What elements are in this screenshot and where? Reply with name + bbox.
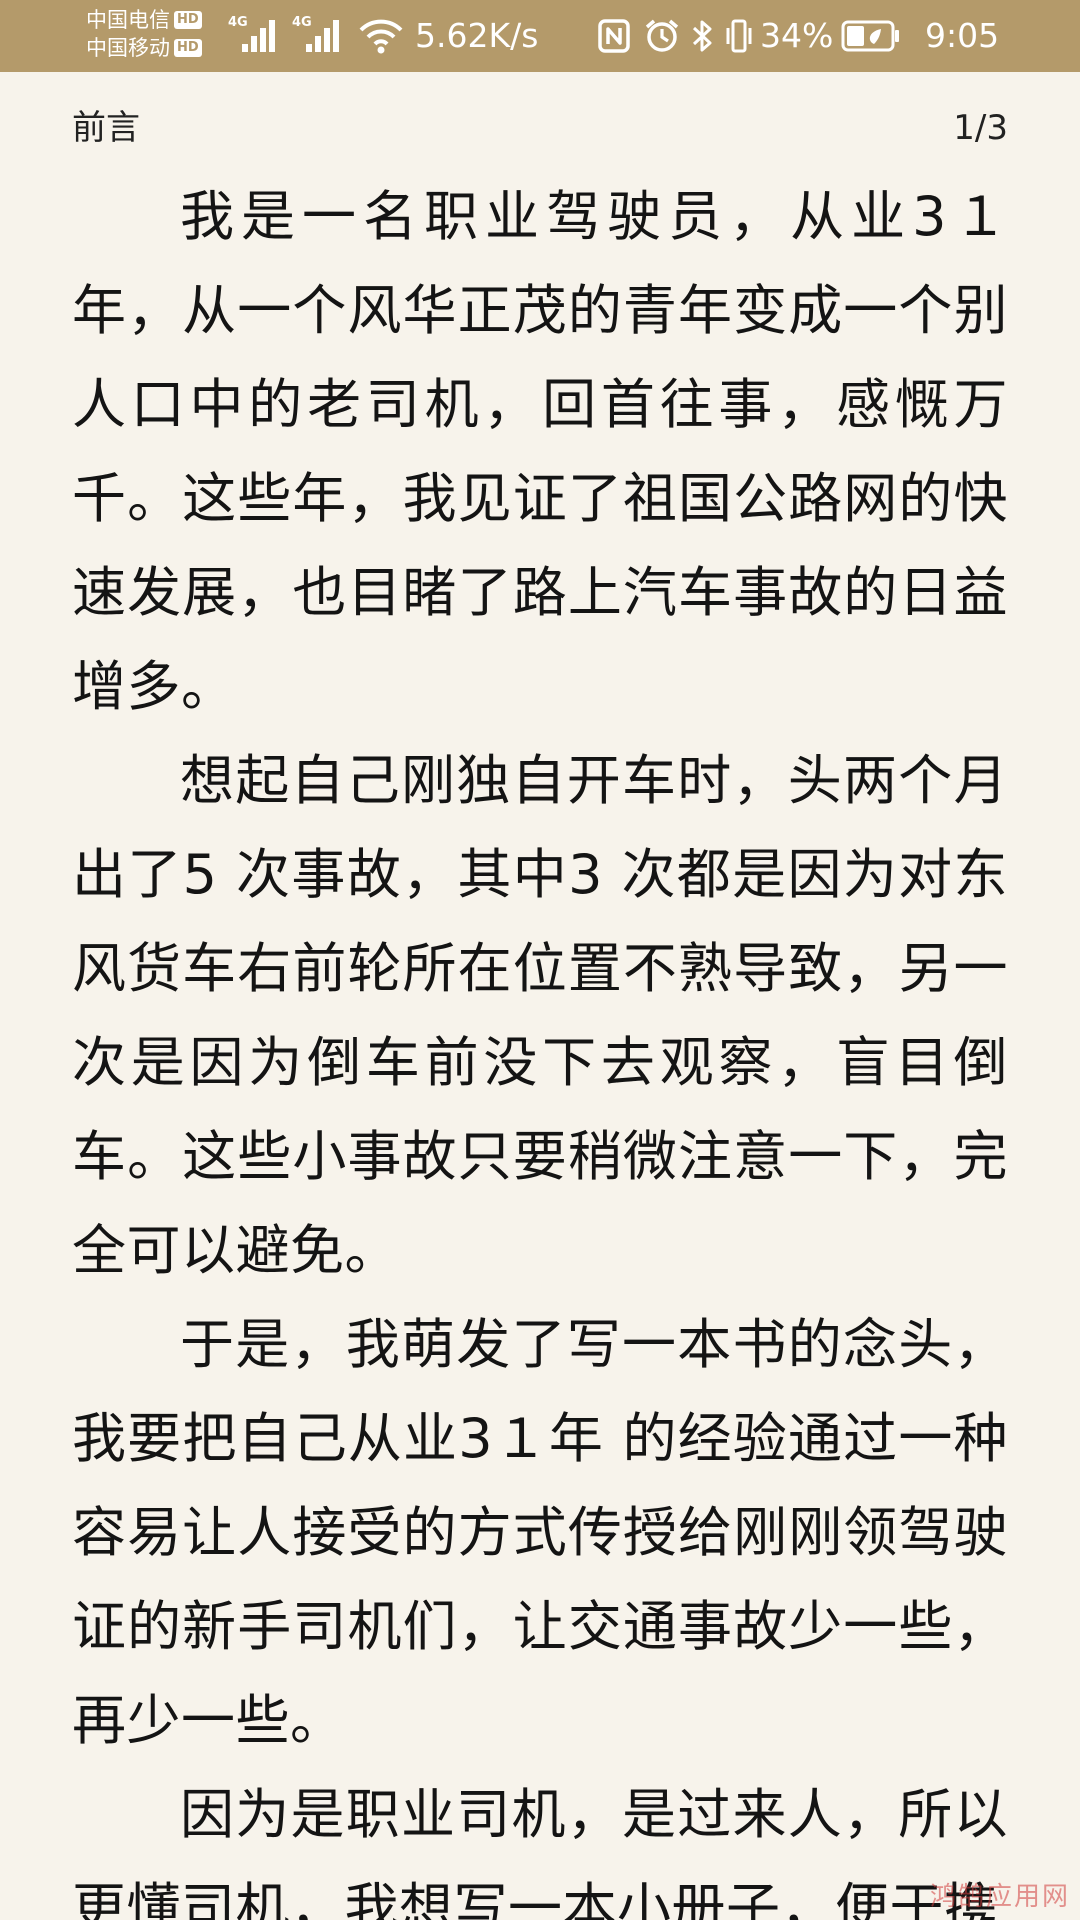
carrier-1-name: 中国电信 — [86, 8, 170, 32]
carrier-row-2: 中国移动 HD — [86, 34, 226, 62]
hd-badge: HD — [174, 11, 202, 29]
battery-icon — [841, 20, 900, 52]
paragraph: 因为是职业司机，是过来人，所以更懂司机，我想写一本小册子，便于携 — [72, 1783, 1008, 1920]
carrier-row-1: 中国电信 HD — [86, 6, 226, 34]
hd-badge: HD — [174, 39, 202, 57]
signal-icon: 4G — [228, 16, 284, 54]
wifi-icon — [359, 19, 403, 54]
clock: 9:05 — [925, 16, 1000, 55]
carrier-info: 中国电信 HD 中国移动 HD — [86, 6, 226, 62]
chapter-title: 前言 — [72, 108, 140, 148]
carrier-2-name: 中国移动 — [86, 36, 170, 60]
network-speed: 5.62K/s — [415, 16, 539, 55]
paragraph: 于是，我萌发了写一本书的念头，我要把自己从业3１年 的经验通过一种容易让人接受的… — [72, 1313, 1008, 1752]
paragraph: 想起自己刚独自开车时，头两个月出了5 次事故，其中3 次都是因为对东风货车右前轮… — [72, 749, 1008, 1282]
signal-icon: 4G — [292, 16, 348, 54]
bluetooth-icon — [692, 20, 712, 52]
nfc-icon — [598, 19, 630, 53]
paragraph: 我是一名职业驾驶员，从业3１年，从一个风华正茂的青年变成一个别人口中的老司机，回… — [72, 185, 1008, 718]
battery-percent: 34% — [760, 16, 834, 55]
watermark: 鸿鹄应用网 — [929, 1882, 1070, 1912]
page-indicator: 1/3 — [953, 108, 1008, 148]
status-icons: 34% — [598, 14, 901, 58]
alarm-icon — [645, 19, 679, 52]
status-bar: 中国电信 HD 中国移动 HD 4G 4G 5.62K/s 34% 9:05 — [0, 0, 1080, 72]
reader-page[interactable]: 我是一名职业驾驶员，从业3１年，从一个风华正茂的青年变成一个别人口中的老司机，回… — [72, 170, 1008, 1920]
vibrate-icon — [726, 19, 752, 53]
